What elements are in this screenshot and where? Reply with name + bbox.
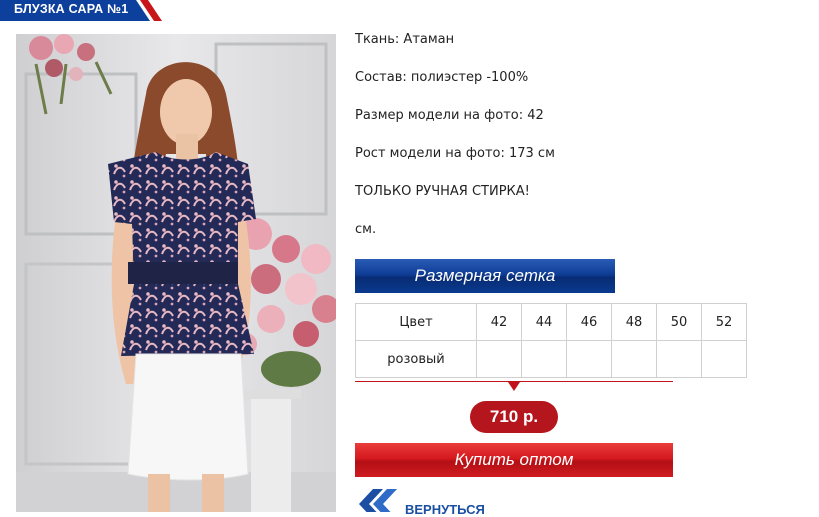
back-link[interactable]: ВЕРНУТЬСЯ <box>355 487 515 517</box>
spec-care-warning: ТОЛЬКО РУЧНАЯ СТИРКА! <box>355 184 530 199</box>
size-table: Цвет 42 44 46 48 50 52 розовый <box>355 303 747 378</box>
qty-cell-52[interactable] <box>701 340 747 378</box>
price-badge: 710 р. <box>470 401 558 433</box>
qty-cell-46[interactable] <box>566 340 612 378</box>
color-cell: розовый <box>355 340 477 378</box>
price-pointer-arrow <box>508 382 520 391</box>
size-table-color-header: Цвет <box>355 303 477 341</box>
size-header-46: 46 <box>566 303 612 341</box>
qty-cell-50[interactable] <box>656 340 702 378</box>
qty-cell-48[interactable] <box>611 340 657 378</box>
size-header-44: 44 <box>521 303 567 341</box>
spec-model-size: Размер модели на фото: 42 <box>355 108 544 123</box>
spec-composition: Состав: полиэстер -100% <box>355 70 529 85</box>
product-title: БЛУЗКА САРА №1 <box>14 2 129 16</box>
size-table-header-row: Цвет 42 44 46 48 50 52 <box>355 303 747 341</box>
qty-cell-44[interactable] <box>521 340 567 378</box>
size-header-48: 48 <box>611 303 657 341</box>
buy-wholesale-button[interactable]: Купить оптом <box>355 443 673 477</box>
double-chevron-left-icon <box>359 489 397 512</box>
table-row: розовый <box>355 340 747 378</box>
size-header-42: 42 <box>476 303 522 341</box>
qty-cell-42[interactable] <box>476 340 522 378</box>
size-header-50: 50 <box>656 303 702 341</box>
size-chart-button[interactable]: Размерная сетка <box>355 259 615 293</box>
spec-fabric: Ткань: Атаман <box>355 32 455 47</box>
product-photo <box>16 34 336 512</box>
product-title-tab: БЛУЗКА САРА №1 <box>0 0 162 21</box>
back-link-label: ВЕРНУТЬСЯ <box>405 502 485 517</box>
spec-model-height: Рост модели на фото: 173 см <box>355 146 555 161</box>
spec-cm: см. <box>355 222 377 237</box>
size-header-52: 52 <box>701 303 747 341</box>
